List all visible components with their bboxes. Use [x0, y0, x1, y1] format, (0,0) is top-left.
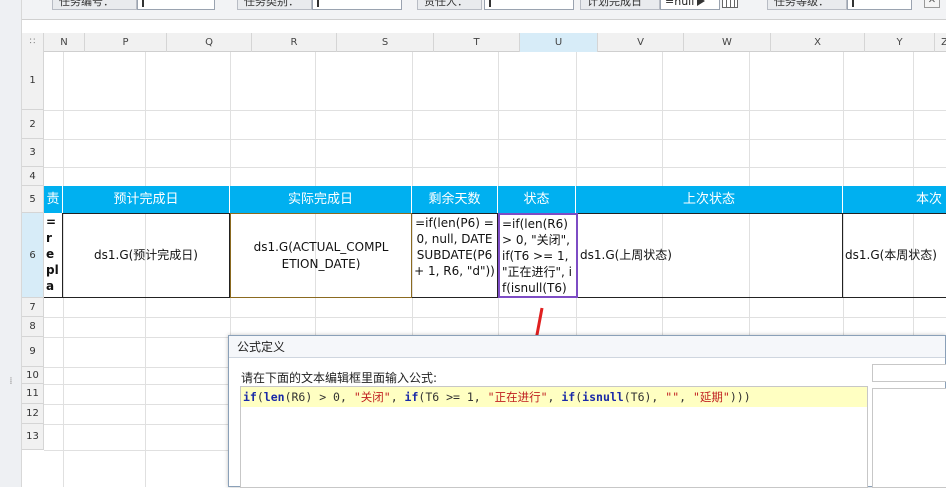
col-header-z[interactable]: Z — [935, 33, 946, 52]
formula-text: , — [390, 390, 405, 404]
row-header-7[interactable]: 7 — [22, 298, 44, 317]
col-header-n[interactable]: N — [44, 33, 85, 52]
owner-input[interactable] — [484, 0, 574, 10]
formula-line[interactable]: if(len(R6) > 0, "关闭", if(T6 >= 1, "正在进行"… — [241, 387, 867, 407]
col-header-t[interactable]: T — [434, 33, 520, 52]
formula-keyword: len — [263, 390, 285, 404]
formula-dialog: 公式定义 请在下面的文本编辑框里面输入公式: if(len(R6) > 0, "… — [228, 335, 946, 488]
row-header-4[interactable]: 4 — [22, 167, 44, 186]
formula-string: "延期" — [692, 390, 730, 404]
calendar-icon[interactable] — [722, 0, 738, 8]
formula-text: (R6) > 0, — [284, 390, 354, 404]
col-header-x[interactable]: X — [771, 33, 865, 52]
formula-text: ( — [256, 390, 264, 404]
play-icon[interactable] — [697, 0, 705, 6]
row-header-9[interactable]: 9 — [22, 337, 44, 367]
col-header-w[interactable]: W — [684, 33, 771, 52]
param-label-owner: 责任人： — [417, 0, 482, 10]
header-cell-planned-date[interactable]: 预计完成日 — [63, 186, 230, 213]
formula-text: ))) — [729, 390, 751, 404]
param-label-task-type: 任务类别： — [237, 0, 312, 10]
grid-line — [44, 139, 946, 140]
col-header-v[interactable]: V — [598, 33, 684, 52]
task-level-input[interactable] — [847, 0, 912, 10]
formula-string: "" — [665, 390, 680, 404]
function-list-panel[interactable] — [872, 388, 946, 488]
formula-text: (T6), — [623, 390, 666, 404]
col-header-y[interactable]: Y — [865, 33, 935, 52]
row-header-8[interactable]: 8 — [22, 317, 44, 337]
planned-date-input[interactable]: =null — [660, 0, 720, 10]
cell-v6[interactable]: ds1.G(上周状态) — [578, 213, 843, 298]
select-all-corner-icon[interactable]: ∷ — [22, 33, 44, 52]
resize-grip-icon[interactable]: ⁞ — [0, 376, 22, 392]
function-search-input[interactable] — [872, 364, 946, 382]
param-label-task-level: 任务等级： — [767, 0, 847, 10]
col-header-p[interactable]: P — [85, 33, 167, 52]
col-header-u[interactable]: U — [520, 33, 598, 52]
row-header-6[interactable]: 6 — [22, 213, 44, 298]
grid-line — [44, 110, 946, 111]
header-cell-last-status[interactable]: 上次状态 — [576, 186, 843, 213]
row-header-2[interactable]: 2 — [22, 110, 44, 139]
close-icon[interactable]: ✕ — [924, 0, 940, 8]
row-header-10[interactable]: 10 — [22, 367, 44, 384]
col-header-r[interactable]: R — [252, 33, 337, 52]
dialog-instruction: 请在下面的文本编辑框里面输入公式: — [241, 371, 438, 385]
col-header-q[interactable]: Q — [167, 33, 252, 52]
row-header-12[interactable]: 12 — [22, 404, 44, 424]
formula-text: , — [547, 390, 562, 404]
formula-keyword: if — [561, 390, 576, 404]
formula-string: "正在进行" — [487, 390, 548, 404]
left-gutter — [0, 0, 22, 487]
formula-editor[interactable]: if(len(R6) > 0, "关闭", if(T6 >= 1, "正在进行"… — [240, 386, 868, 488]
task-id-input[interactable] — [137, 0, 215, 10]
column-header-row: N P Q R S T U V W X Y Z — [22, 33, 946, 52]
cell-n6[interactable]: =replace( — [44, 213, 63, 298]
header-cell-owner[interactable]: 责 — [44, 186, 63, 213]
row-header-1[interactable]: 1 — [22, 52, 44, 110]
param-label-task-id: 任务编号： — [52, 0, 137, 10]
cell-t6[interactable]: =if(len(P6) = 0, null, DATESUBDATE(P6 + … — [412, 213, 498, 298]
row-header-5[interactable]: 5 — [22, 186, 44, 213]
header-cell-remaining-days[interactable]: 剩余天数 — [412, 186, 498, 213]
formula-keyword: if — [404, 390, 419, 404]
grid-line — [44, 317, 946, 318]
header-cell-actual-date[interactable]: 实际完成日 — [230, 186, 412, 213]
formula-text: , — [679, 390, 693, 404]
header-cell-current-status[interactable]: 本次 — [843, 186, 946, 213]
grid-line — [44, 167, 946, 168]
row-header-13[interactable]: 13 — [22, 424, 44, 450]
formula-keyword: isnull — [582, 390, 624, 404]
task-type-input[interactable] — [312, 0, 402, 10]
cell-u6[interactable]: =if(len(R6) > 0, "关闭", if(T6 >= 1, "正在进行… — [498, 213, 578, 298]
row-header-3[interactable]: 3 — [22, 139, 44, 167]
cell-r6[interactable]: ds1.G(ACTUAL_COMPLETION_DATE) — [230, 213, 412, 298]
formula-keyword: if — [243, 390, 257, 404]
cell-p6[interactable]: ds1.G(预计完成日) — [63, 213, 230, 298]
header-cell-status[interactable]: 状态 — [498, 186, 576, 213]
param-label-planned-date: 计划完成日 — [580, 0, 660, 10]
parameter-bar: 任务编号： 任务类别： 责任人： 计划完成日 =null 任务等级： ✕ — [22, 0, 946, 20]
formula-string: "关闭" — [353, 390, 391, 404]
row-header-11[interactable]: 11 — [22, 384, 44, 404]
col-header-s[interactable]: S — [337, 33, 434, 52]
dialog-title: 公式定义 — [229, 336, 945, 358]
formula-text: (T6 >= 1, — [418, 390, 488, 404]
cell-y6[interactable]: ds1.G(本周状态) — [843, 213, 946, 298]
